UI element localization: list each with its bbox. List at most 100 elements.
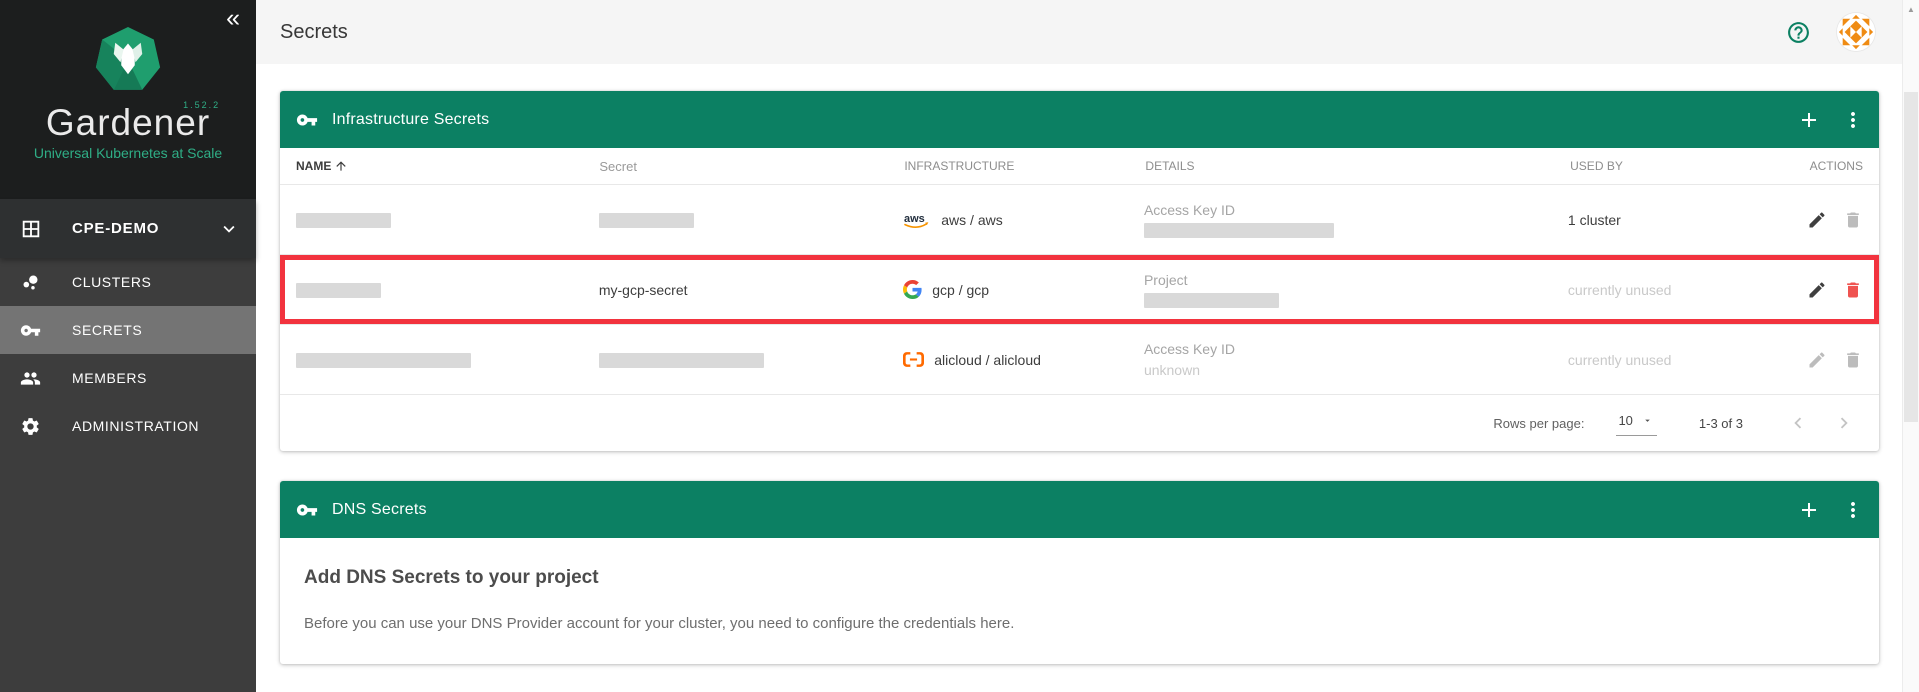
brand-version: 1.52.2 bbox=[183, 100, 220, 110]
chevron-right-icon bbox=[1833, 412, 1855, 434]
infrastructure-label: gcp / gcp bbox=[932, 282, 989, 298]
help-icon bbox=[1786, 20, 1811, 45]
trash-icon bbox=[1843, 280, 1863, 300]
column-header-secret: Secret bbox=[599, 159, 904, 174]
infrastructure-label: alicloud / alicloud bbox=[934, 352, 1041, 368]
infrastructure-secrets-card: Infrastructure Secrets NAME Secret INFRA… bbox=[280, 91, 1879, 451]
used-by-value: currently unused bbox=[1568, 282, 1807, 298]
secret-row-gcp: my-gcp-secret gcp / gcp Project bbox=[280, 255, 1879, 325]
delete-secret-button[interactable] bbox=[1843, 210, 1863, 230]
sidebar-item-members[interactable]: MEMBERS bbox=[0, 354, 256, 402]
scrollbar-thumb[interactable] bbox=[1904, 92, 1918, 422]
pencil-icon bbox=[1807, 350, 1827, 370]
redacted-secret bbox=[599, 213, 694, 228]
key-icon bbox=[296, 109, 318, 131]
sidebar: « Gardener 1.52.2 Universal Kubernetes a… bbox=[0, 0, 256, 692]
column-header-details: DETAILS bbox=[1145, 159, 1570, 173]
scrollbar-up-arrow-icon[interactable]: ▲ bbox=[1903, 5, 1919, 14]
page-content: Infrastructure Secrets NAME Secret INFRA… bbox=[256, 64, 1919, 692]
svg-text:aws: aws bbox=[904, 213, 925, 225]
dns-heading: Add DNS Secrets to your project bbox=[304, 567, 1855, 589]
trash-icon bbox=[1843, 350, 1863, 370]
redacted-secret bbox=[599, 353, 764, 368]
edit-secret-button[interactable] bbox=[1807, 280, 1827, 300]
app-bar: Secrets bbox=[256, 0, 1919, 64]
trash-icon bbox=[1843, 210, 1863, 230]
pencil-icon bbox=[1807, 210, 1827, 230]
gear-icon bbox=[20, 416, 41, 437]
main-area: Secrets bbox=[256, 0, 1919, 692]
redacted-name bbox=[296, 213, 391, 228]
sidebar-item-label: ADMINISTRATION bbox=[72, 418, 199, 434]
next-page-button[interactable] bbox=[1833, 412, 1855, 434]
collapse-sidebar-icon[interactable]: « bbox=[226, 6, 240, 31]
members-icon bbox=[20, 368, 41, 389]
add-dns-secret-button[interactable] bbox=[1797, 498, 1821, 522]
table-header-row: NAME Secret INFRASTRUCTURE DETAILS USED … bbox=[280, 148, 1879, 185]
add-secret-button[interactable] bbox=[1797, 108, 1821, 132]
gardener-dashboard: « Gardener 1.52.2 Universal Kubernetes a… bbox=[0, 0, 1919, 692]
edit-secret-button[interactable] bbox=[1807, 350, 1827, 370]
sort-ascending-icon bbox=[334, 159, 348, 173]
card-title: DNS Secrets bbox=[332, 501, 427, 519]
sidebar-item-label: MEMBERS bbox=[72, 370, 147, 386]
chevron-down-icon bbox=[218, 218, 240, 240]
details-label: Project bbox=[1144, 272, 1568, 288]
pencil-icon bbox=[1807, 280, 1827, 300]
dns-secrets-card: DNS Secrets Add DNS Secrets to your proj… bbox=[280, 481, 1879, 664]
redacted-details-value bbox=[1144, 293, 1279, 308]
brand-block: « Gardener 1.52.2 Universal Kubernetes a… bbox=[0, 0, 256, 199]
delete-secret-button[interactable] bbox=[1843, 350, 1863, 370]
redacted-name bbox=[296, 283, 381, 298]
sidebar-item-administration[interactable]: ADMINISTRATION bbox=[0, 402, 256, 450]
kebab-menu-icon[interactable] bbox=[1841, 108, 1865, 132]
column-header-used-by: USED BY bbox=[1570, 159, 1810, 173]
project-selector[interactable]: CPE-DEMO bbox=[0, 199, 256, 258]
project-grid-icon bbox=[20, 218, 42, 240]
gardener-logo-icon bbox=[92, 24, 164, 96]
column-header-name[interactable]: NAME bbox=[280, 159, 599, 173]
secret-name: my-gcp-secret bbox=[599, 282, 903, 298]
column-header-infrastructure: INFRASTRUCTURE bbox=[904, 159, 1145, 173]
redacted-details-value bbox=[1144, 223, 1334, 238]
brand-tagline: Universal Kubernetes at Scale bbox=[34, 145, 222, 161]
sidebar-item-clusters[interactable]: CLUSTERS bbox=[0, 258, 256, 306]
sidebar-item-label: SECRETS bbox=[72, 322, 142, 338]
page-title: Secrets bbox=[280, 21, 348, 44]
details-value: unknown bbox=[1144, 362, 1568, 378]
chevron-left-icon bbox=[1787, 412, 1809, 434]
dropdown-arrow-icon bbox=[1642, 415, 1653, 426]
clusters-icon bbox=[20, 272, 41, 293]
sidebar-item-secrets[interactable]: SECRETS bbox=[0, 306, 256, 354]
table-pagination: Rows per page: 10 1-3 of 3 bbox=[280, 395, 1879, 451]
project-name: CPE-DEMO bbox=[72, 220, 159, 237]
previous-page-button[interactable] bbox=[1787, 412, 1809, 434]
sidebar-item-label: CLUSTERS bbox=[72, 274, 151, 290]
help-button[interactable] bbox=[1786, 20, 1811, 45]
avatar-identicon-icon bbox=[1837, 13, 1875, 51]
kebab-menu-icon[interactable] bbox=[1841, 498, 1865, 522]
redacted-name bbox=[296, 353, 471, 368]
pagination-range: 1-3 of 3 bbox=[1699, 416, 1743, 431]
aws-logo-icon: aws bbox=[903, 211, 931, 229]
details-label: Access Key ID bbox=[1144, 341, 1568, 357]
delete-secret-button[interactable] bbox=[1843, 280, 1863, 300]
dns-card-body: Add DNS Secrets to your project Before y… bbox=[280, 538, 1879, 664]
vertical-scrollbar[interactable]: ▲ bbox=[1902, 0, 1919, 692]
sidebar-nav: CLUSTERS SECRETS MEMBERS ADMINISTRATION bbox=[0, 258, 256, 450]
rows-per-page-select[interactable]: 10 bbox=[1616, 410, 1656, 436]
user-avatar[interactable] bbox=[1837, 13, 1875, 51]
used-by-value: currently unused bbox=[1568, 352, 1807, 368]
column-header-actions: ACTIONS bbox=[1810, 159, 1879, 173]
key-icon bbox=[20, 320, 41, 341]
wordmark: Gardener 1.52.2 bbox=[46, 104, 210, 141]
infrastructure-label: aws / aws bbox=[941, 212, 1002, 228]
secret-row-aws: aws aws / aws Access Key ID 1 cluster bbox=[280, 185, 1879, 255]
gcp-logo-icon bbox=[903, 280, 922, 299]
details-label: Access Key ID bbox=[1144, 202, 1568, 218]
key-icon bbox=[296, 499, 318, 521]
edit-secret-button[interactable] bbox=[1807, 210, 1827, 230]
dns-secrets-header: DNS Secrets bbox=[280, 481, 1879, 538]
alicloud-logo-icon bbox=[903, 352, 924, 367]
card-title: Infrastructure Secrets bbox=[332, 111, 489, 129]
